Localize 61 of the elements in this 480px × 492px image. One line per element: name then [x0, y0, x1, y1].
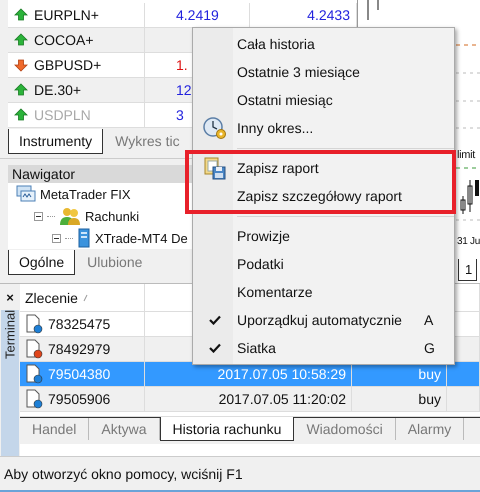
chart-line-label: limit [457, 149, 476, 161]
tree-item[interactable]: Rachunki [85, 208, 140, 224]
order-cell: 78492979 [48, 341, 110, 357]
terminal-tab[interactable]: Handel [20, 418, 90, 440]
menu-item[interactable]: Zapisz szczegółowy raport [193, 182, 452, 210]
order-document-icon [25, 389, 43, 409]
chart-tab[interactable]: 1 [458, 259, 478, 281]
bid-cell: 12 [176, 82, 192, 98]
terminal-label: Terminal [1, 310, 19, 456]
panel-tab[interactable]: Wykres tic [105, 129, 190, 153]
collapse-icon[interactable] [52, 234, 61, 243]
menu-item[interactable]: Siatka G [193, 334, 454, 362]
order-document-icon [25, 364, 43, 384]
clock-gear-icon [202, 116, 228, 140]
bid-cell: 3 [176, 107, 184, 123]
time-cell: 2017.07.05 10:58:29 [218, 366, 346, 382]
terminal-tab[interactable]: Alarmy [396, 418, 464, 440]
type-cell: buy [418, 366, 441, 382]
menu-item[interactable]: Ostatni miesiąc [193, 86, 454, 114]
bid-cell: 4.2419 [176, 7, 219, 23]
status-text: Aby otworzyć okno pomocy, wciśnij F1 [4, 466, 243, 482]
column-header[interactable]: Zlecenie [25, 290, 78, 306]
tree-item[interactable]: MetaTrader FIX [40, 186, 131, 202]
order-document-icon [25, 314, 43, 334]
panel-tab[interactable]: Instrumenty [8, 129, 104, 154]
symbol-cell: COCOA+ [34, 32, 94, 48]
candle [460, 196, 466, 214]
symbol-cell: EURPLN+ [34, 7, 99, 23]
users-icon [59, 206, 81, 226]
menu-item[interactable]: Cała historia [193, 30, 454, 58]
type-cell: buy [418, 391, 441, 407]
menu-item[interactable]: Podatki [193, 250, 454, 278]
menu-item[interactable]: Ostatnie 3 miesiące [193, 58, 454, 86]
sort-icon [82, 294, 88, 302]
bid-cell: 1. [176, 57, 188, 73]
ask-cell: 4.2433 [307, 7, 350, 23]
time-cell: 2017.07.05 11:20:02 [218, 391, 346, 407]
terminal-tab[interactable]: Historia rachunku [160, 417, 294, 441]
menu-item[interactable]: Inny okres... [193, 114, 454, 142]
order-row[interactable]: 79505906 2017.07.05 11:20:02 buy [20, 387, 480, 412]
symbol-cell: USDPLN [34, 107, 91, 123]
order-cell: 79504380 [48, 366, 110, 382]
candle [475, 180, 479, 196]
tree-item[interactable]: XTrade-MT4 De [95, 230, 188, 246]
collapse-icon[interactable] [34, 212, 43, 221]
order-document-icon [25, 339, 43, 359]
panel-tab[interactable]: Ogólne [8, 250, 76, 276]
candle [468, 180, 472, 212]
server-icon [77, 228, 91, 248]
terminal-tab[interactable]: Wiadomości [294, 418, 396, 440]
menu-item[interactable]: Komentarze [193, 278, 454, 306]
symbol-cell: DE.30+ [34, 82, 82, 98]
order-cell: 78325475 [48, 316, 110, 332]
close-icon[interactable]: × [6, 284, 14, 310]
symbol-cell: GBPUSD+ [34, 57, 102, 73]
monitor-icon [16, 185, 36, 204]
menu-item[interactable]: Prowizje [193, 222, 454, 250]
panel-tab[interactable]: Ulubione [77, 250, 152, 274]
chart-date-label: 31 Ju [457, 236, 480, 247]
order-cell: 79505906 [48, 391, 110, 407]
save-report-icon [203, 156, 227, 180]
